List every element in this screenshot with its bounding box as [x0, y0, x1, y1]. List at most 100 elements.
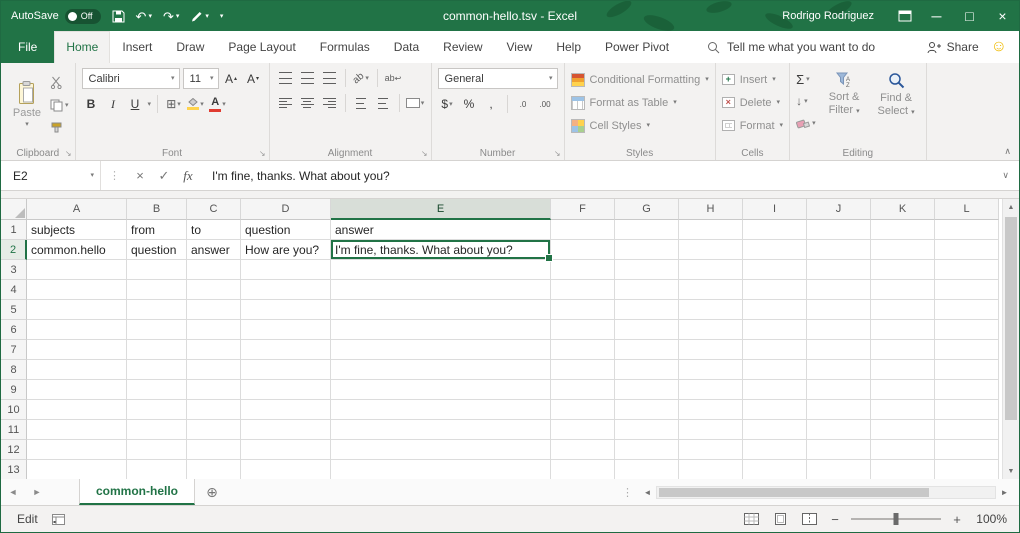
select-all-button[interactable] — [1, 199, 27, 220]
cell-C13[interactable] — [187, 460, 241, 479]
cell-A7[interactable] — [27, 340, 127, 360]
page-layout-view-button[interactable] — [770, 509, 790, 529]
cell-G9[interactable] — [615, 380, 679, 400]
cell-I12[interactable] — [743, 440, 807, 460]
cell-L12[interactable] — [935, 440, 999, 460]
align-right-button[interactable] — [320, 93, 339, 113]
cell-I10[interactable] — [743, 400, 807, 420]
top-align-button[interactable] — [276, 68, 295, 88]
cell-H12[interactable] — [679, 440, 743, 460]
cell-B4[interactable] — [127, 280, 187, 300]
row-header-1[interactable]: 1 — [1, 220, 27, 240]
cell-F1[interactable] — [551, 220, 615, 240]
scroll-up-button[interactable]: ▲ — [1003, 199, 1019, 215]
cell-B12[interactable] — [127, 440, 187, 460]
cell-J12[interactable] — [807, 440, 871, 460]
column-header-C[interactable]: C — [187, 199, 241, 220]
delete-cells-button[interactable]: Delete ▾ — [722, 91, 783, 114]
row-header-12[interactable]: 12 — [1, 440, 27, 460]
cell-H6[interactable] — [679, 320, 743, 340]
cell-C1[interactable]: to — [187, 220, 241, 240]
cell-G7[interactable] — [615, 340, 679, 360]
format-cells-button[interactable]: Format ▾ — [722, 114, 783, 137]
cell-H3[interactable] — [679, 260, 743, 280]
cell-A5[interactable] — [27, 300, 127, 320]
cell-E12[interactable] — [331, 440, 551, 460]
row-header-13[interactable]: 13 — [1, 460, 27, 479]
cell-E8[interactable] — [331, 360, 551, 380]
cell-L4[interactable] — [935, 280, 999, 300]
cell-K9[interactable] — [871, 380, 935, 400]
cell-D8[interactable] — [241, 360, 331, 380]
accounting-format-caret[interactable]: ▾ — [449, 101, 453, 108]
cell-C12[interactable] — [187, 440, 241, 460]
fill-button[interactable]: ↓▾ — [796, 92, 816, 110]
zoom-slider-thumb[interactable] — [894, 513, 899, 525]
cell-I8[interactable] — [743, 360, 807, 380]
cell-I3[interactable] — [743, 260, 807, 280]
cell-K12[interactable] — [871, 440, 935, 460]
cell-E13[interactable] — [331, 460, 551, 479]
clipboard-dialog-launcher[interactable]: ↘ — [65, 149, 72, 158]
cell-H2[interactable] — [679, 240, 743, 260]
cell-C5[interactable] — [187, 300, 241, 320]
macro-record-button[interactable] — [52, 514, 65, 525]
cell-L11[interactable] — [935, 420, 999, 440]
align-left-button[interactable] — [276, 93, 295, 113]
cell-A11[interactable] — [27, 420, 127, 440]
fill-color-caret[interactable]: ▾ — [200, 101, 204, 108]
customize-qat-button[interactable]: ▾ — [220, 13, 224, 20]
cell-H9[interactable] — [679, 380, 743, 400]
cell-K3[interactable] — [871, 260, 935, 280]
vertical-scroll-thumb[interactable] — [1005, 217, 1017, 420]
cell-C9[interactable] — [187, 380, 241, 400]
close-button[interactable]: × — [986, 1, 1019, 31]
fill-caret[interactable]: ▾ — [804, 98, 808, 105]
sheet-tab-common-hello[interactable]: common-hello — [79, 479, 195, 505]
row-header-5[interactable]: 5 — [1, 300, 27, 320]
find-select-button[interactable]: Find & Select ▾ — [873, 68, 920, 132]
column-header-E[interactable]: E — [331, 199, 551, 220]
row-header-2[interactable]: 2 — [1, 240, 27, 260]
cell-H11[interactable] — [679, 420, 743, 440]
cell-K4[interactable] — [871, 280, 935, 300]
cell-B2[interactable]: question — [127, 240, 187, 260]
zoom-in-button[interactable]: + — [950, 512, 964, 527]
cell-H7[interactable] — [679, 340, 743, 360]
cell-J3[interactable] — [807, 260, 871, 280]
cell-B10[interactable] — [127, 400, 187, 420]
merge-center-caret[interactable]: ▾ — [421, 100, 425, 107]
middle-align-button[interactable] — [298, 68, 317, 88]
percent-style-button[interactable]: % — [460, 94, 479, 114]
formula-input[interactable]: I'm fine, thanks. What about you? — [212, 169, 992, 183]
font-size-select[interactable]: 11▾ — [183, 68, 219, 89]
cell-L7[interactable] — [935, 340, 999, 360]
row-header-3[interactable]: 3 — [1, 260, 27, 280]
cell-J4[interactable] — [807, 280, 871, 300]
cell-C7[interactable] — [187, 340, 241, 360]
maximize-button[interactable]: □ — [953, 1, 986, 31]
undo-caret[interactable]: ▾ — [148, 13, 152, 20]
cell-D6[interactable] — [241, 320, 331, 340]
font-color-button[interactable]: A▾ — [208, 94, 227, 114]
cell-E5[interactable] — [331, 300, 551, 320]
cell-L8[interactable] — [935, 360, 999, 380]
cell-I6[interactable] — [743, 320, 807, 340]
clear-caret[interactable]: ▾ — [812, 120, 816, 127]
sort-filter-button[interactable]: AZ Sort & Filter ▾ — [821, 68, 868, 132]
tell-me-box[interactable]: Tell me what you want to do — [707, 31, 875, 63]
cell-A8[interactable] — [27, 360, 127, 380]
cell-F11[interactable] — [551, 420, 615, 440]
cell-L9[interactable] — [935, 380, 999, 400]
cell-B8[interactable] — [127, 360, 187, 380]
comma-style-button[interactable]: , — [482, 94, 501, 114]
conditional-formatting-button[interactable]: Conditional Formatting ▾ — [571, 68, 709, 91]
cell-G12[interactable] — [615, 440, 679, 460]
cell-L5[interactable] — [935, 300, 999, 320]
cell-F2[interactable] — [551, 240, 615, 260]
cell-J13[interactable] — [807, 460, 871, 479]
cell-E11[interactable] — [331, 420, 551, 440]
center-button[interactable] — [298, 93, 317, 113]
cell-F4[interactable] — [551, 280, 615, 300]
minimize-button[interactable]: ─ — [920, 1, 953, 31]
